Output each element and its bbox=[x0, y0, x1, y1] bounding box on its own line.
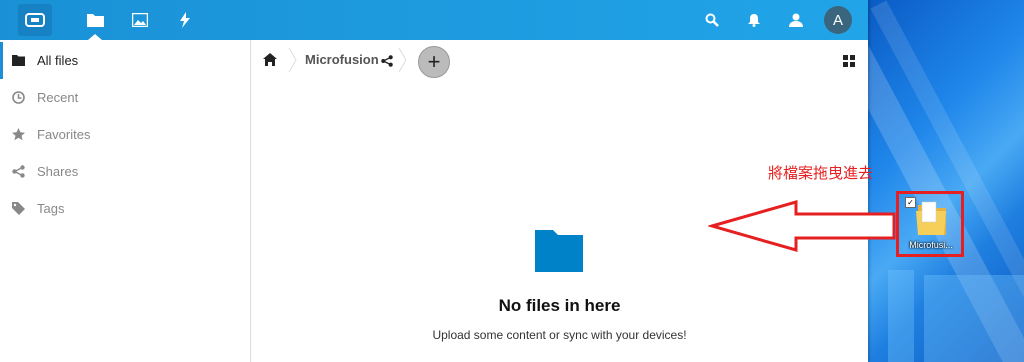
new-file-button[interactable]: + bbox=[418, 46, 450, 78]
search-icon[interactable] bbox=[702, 0, 722, 40]
home-icon[interactable] bbox=[263, 53, 277, 71]
sidebar-item-label: All files bbox=[37, 53, 79, 68]
empty-folder-icon bbox=[535, 230, 583, 277]
activity-icon[interactable] bbox=[176, 0, 194, 40]
sidebar-item-label: Favorites bbox=[37, 127, 91, 142]
star-icon bbox=[11, 128, 25, 142]
sidebar-item-label: Shares bbox=[37, 164, 79, 179]
bell-icon[interactable] bbox=[744, 0, 764, 40]
user-avatar[interactable]: A bbox=[824, 6, 852, 34]
empty-state-title: No files in here bbox=[498, 296, 621, 315]
empty-state-subtitle: Upload some content or sync with your de… bbox=[432, 328, 687, 342]
navigation-sidebar: All files Recent Favorites Shares Tags bbox=[0, 40, 251, 362]
nextcloud-logo[interactable] bbox=[18, 4, 52, 36]
breadcrumb-separator bbox=[288, 48, 297, 72]
sidebar-item-label: Recent bbox=[37, 90, 79, 105]
sidebar-item-shares[interactable]: Shares bbox=[0, 153, 250, 190]
grid-view-icon[interactable] bbox=[843, 54, 855, 72]
drag-instruction-annotation: 將檔案拖曳進去 bbox=[768, 164, 874, 182]
sidebar-item-recent[interactable]: Recent bbox=[0, 79, 250, 116]
share-icon bbox=[11, 165, 25, 179]
breadcrumb-separator bbox=[398, 48, 407, 72]
gallery-icon[interactable] bbox=[130, 0, 150, 40]
folder-icon bbox=[11, 54, 25, 68]
tag-icon bbox=[11, 202, 25, 216]
drag-arrow bbox=[708, 200, 896, 252]
share-icon[interactable] bbox=[381, 54, 393, 72]
sidebar-item-tags[interactable]: Tags bbox=[0, 190, 250, 227]
desktop-background bbox=[868, 0, 1024, 362]
sidebar-item-all-files[interactable]: All files bbox=[0, 42, 250, 79]
contacts-icon[interactable] bbox=[786, 0, 806, 40]
sidebar-item-label: Tags bbox=[37, 201, 65, 216]
files-app-window: A All files Recent Favorites Shares Tags… bbox=[0, 0, 868, 362]
sidebar-item-favorites[interactable]: Favorites bbox=[0, 116, 250, 153]
highlight-box bbox=[896, 191, 964, 257]
breadcrumb-folder[interactable]: Microfusion bbox=[305, 52, 379, 67]
breadcrumb: Microfusion + bbox=[251, 40, 868, 80]
top-bar: A bbox=[0, 0, 868, 40]
clock-icon bbox=[11, 91, 25, 105]
